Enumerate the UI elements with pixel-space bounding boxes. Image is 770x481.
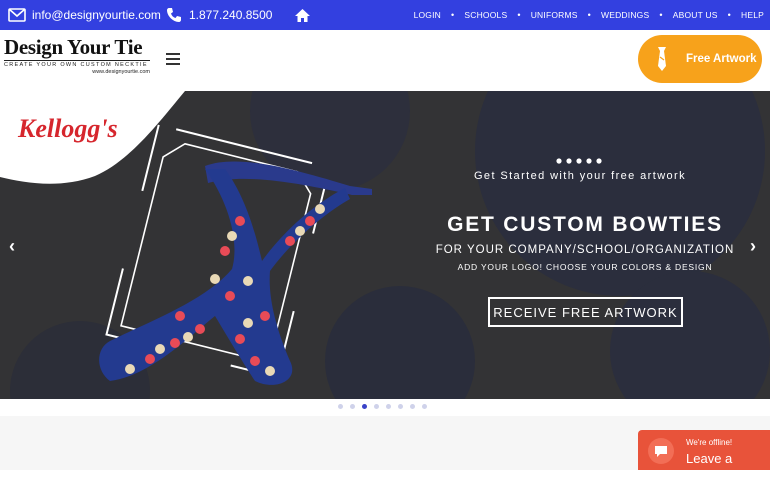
chat-widget[interactable]: We're offline! Leave a mes... [638,430,770,481]
slider-dot-4[interactable] [374,404,379,409]
slider-dot-3[interactable] [362,404,367,409]
slider-dot-8[interactable] [422,404,427,409]
slider-dot-7[interactable] [410,404,415,409]
mail-icon [8,8,26,22]
nav-uniforms[interactable]: UNIFORMS [531,10,578,20]
nav-login[interactable]: LOGIN [414,10,441,20]
phone-icon [167,8,181,22]
slider-next-arrow[interactable]: › [750,236,756,257]
slider-prev-arrow[interactable]: ‹ [9,236,15,257]
chat-bubble-icon [648,438,674,464]
home-icon [295,8,310,22]
nav-weddings[interactable]: WEDDINGS [601,10,649,20]
nav-help[interactable]: HELP [741,10,764,20]
email-link[interactable]: info@designyourtie.com [8,0,161,30]
receive-free-artwork-button[interactable]: RECEIVE FREE ARTWORK [488,297,683,327]
slider-dot-6[interactable] [398,404,403,409]
slider-pager [338,404,427,414]
slider-dot-5[interactable] [386,404,391,409]
tie-icon [658,47,666,71]
email-text: info@designyourtie.com [32,8,161,22]
kelloggs-logo: Kellogg's [17,114,118,143]
top-bar: info@designyourtie.com 1.877.240.8500 LO… [0,0,770,30]
hero-line-1: FOR YOUR COMPANY/SCHOOL/ORGANIZATION [435,244,735,256]
chat-label: Leave a mes... [686,451,733,481]
hero-subheading: Get Started with your free artwork [473,170,687,182]
menu-icon[interactable] [166,53,180,65]
hero-heading: GET CUSTOM BOWTIES [447,213,723,236]
hero-line-2: ADD YOUR LOGO! CHOOSE YOUR COLORS & DESI… [457,262,713,272]
phone-text: 1.877.240.8500 [189,8,273,22]
top-nav: LOGIN • SCHOOLS • UNIFORMS • WEDDINGS • ABOU… [413,10,764,20]
svg-text:Kellogg's: Kellogg's [17,114,118,143]
free-artwork-label: Free Artwork [686,53,757,65]
slider-dot-2[interactable] [350,404,355,409]
site-logo[interactable]: Design Your Tie CREATE YOUR OWN CUSTOM N… [4,36,152,82]
logo-tagline: CREATE YOUR OWN CUSTOM NECKTIE [4,60,150,68]
phone-link[interactable]: 1.877.240.8500 [166,0,272,30]
slider-dot-1[interactable] [338,404,343,409]
logo-name: Design Your Tie [4,35,143,59]
free-artwork-button[interactable]: Free Artwork [638,35,762,83]
nav-schools[interactable]: SCHOOLS [464,10,507,20]
home-link[interactable] [294,0,311,30]
nav-about-us[interactable]: ABOUT US [673,10,718,20]
chat-status: We're offline! [686,438,733,447]
logo-site: www.designyourtie.com [92,69,150,75]
